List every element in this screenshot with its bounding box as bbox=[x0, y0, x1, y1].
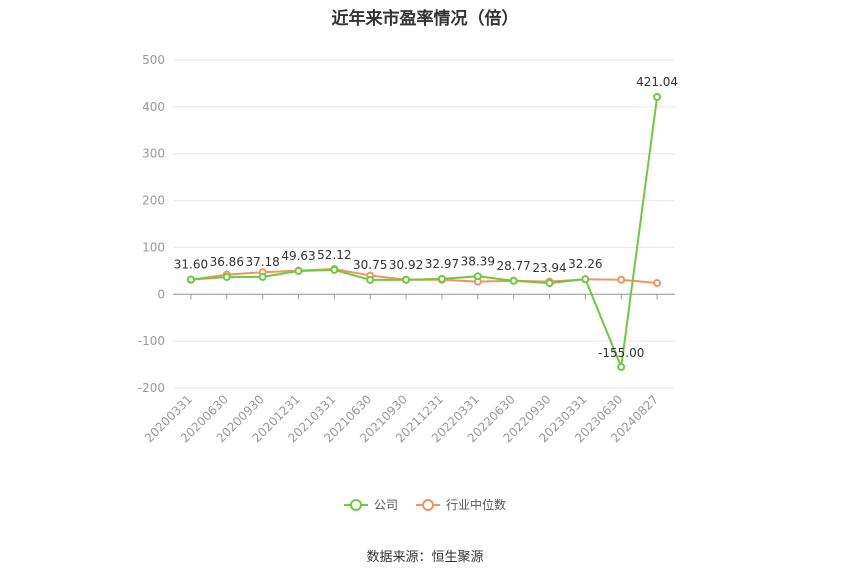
legend-label-company: 公司 bbox=[373, 498, 398, 512]
data-label: 30.75 bbox=[353, 258, 387, 272]
legend-label-industry-median: 行业中位数 bbox=[446, 498, 507, 512]
data-point-company bbox=[473, 272, 482, 281]
legend-item-industry-median[interactable]: 行业中位数 bbox=[416, 496, 506, 513]
data-point-company bbox=[653, 92, 662, 101]
data-point-company bbox=[545, 279, 554, 288]
legend-swatch-industry-median bbox=[416, 498, 440, 512]
data-label: 30.92 bbox=[389, 258, 423, 272]
data-point-company bbox=[294, 267, 303, 276]
series-line-company bbox=[190, 96, 659, 371]
data-point-company bbox=[581, 275, 590, 284]
data-label: 37.18 bbox=[245, 255, 279, 269]
y-tick-label: 200 bbox=[142, 194, 165, 208]
data-label: 32.26 bbox=[568, 257, 602, 271]
y-tick-label: -200 bbox=[138, 381, 165, 395]
data-point-company bbox=[437, 274, 446, 283]
data-label: 28.77 bbox=[496, 259, 530, 273]
y-tick-label: 400 bbox=[142, 100, 165, 114]
legend: 公司 行业中位数 bbox=[0, 496, 850, 513]
data-label: 38.39 bbox=[461, 254, 495, 268]
data-point-company bbox=[366, 275, 375, 284]
data-label: 49.63 bbox=[281, 249, 315, 263]
legend-item-company[interactable]: 公司 bbox=[343, 496, 398, 513]
y-tick-label: 0 bbox=[157, 287, 165, 301]
data-point-company bbox=[186, 275, 195, 284]
data-label: 32.97 bbox=[425, 257, 459, 271]
data-point-company bbox=[258, 272, 267, 281]
data-source: 数据来源：恒生聚源 bbox=[366, 550, 484, 565]
data-label: 23.94 bbox=[532, 261, 566, 275]
data-label: -155.00 bbox=[598, 346, 644, 360]
line-chart: 5004003002001000-100-2002020033120200630… bbox=[138, 53, 678, 445]
data-label: 421.04 bbox=[636, 75, 678, 89]
data-label: 31.60 bbox=[174, 257, 208, 271]
data-point-industry-median bbox=[653, 279, 662, 288]
data-point-company bbox=[222, 273, 231, 282]
y-tick-label: 100 bbox=[142, 240, 165, 254]
y-tick-label: 500 bbox=[142, 53, 165, 67]
legend-swatch-company bbox=[343, 498, 368, 512]
y-tick-label: 300 bbox=[142, 147, 165, 161]
data-point-company bbox=[402, 275, 411, 284]
data-point-company bbox=[617, 362, 626, 371]
data-point-company bbox=[509, 276, 518, 285]
y-tick-label: -100 bbox=[138, 334, 165, 348]
data-point-industry-median bbox=[617, 275, 626, 284]
data-label: 36.86 bbox=[210, 255, 244, 269]
data-label: 52.12 bbox=[317, 248, 351, 262]
data-point-company bbox=[330, 265, 339, 274]
